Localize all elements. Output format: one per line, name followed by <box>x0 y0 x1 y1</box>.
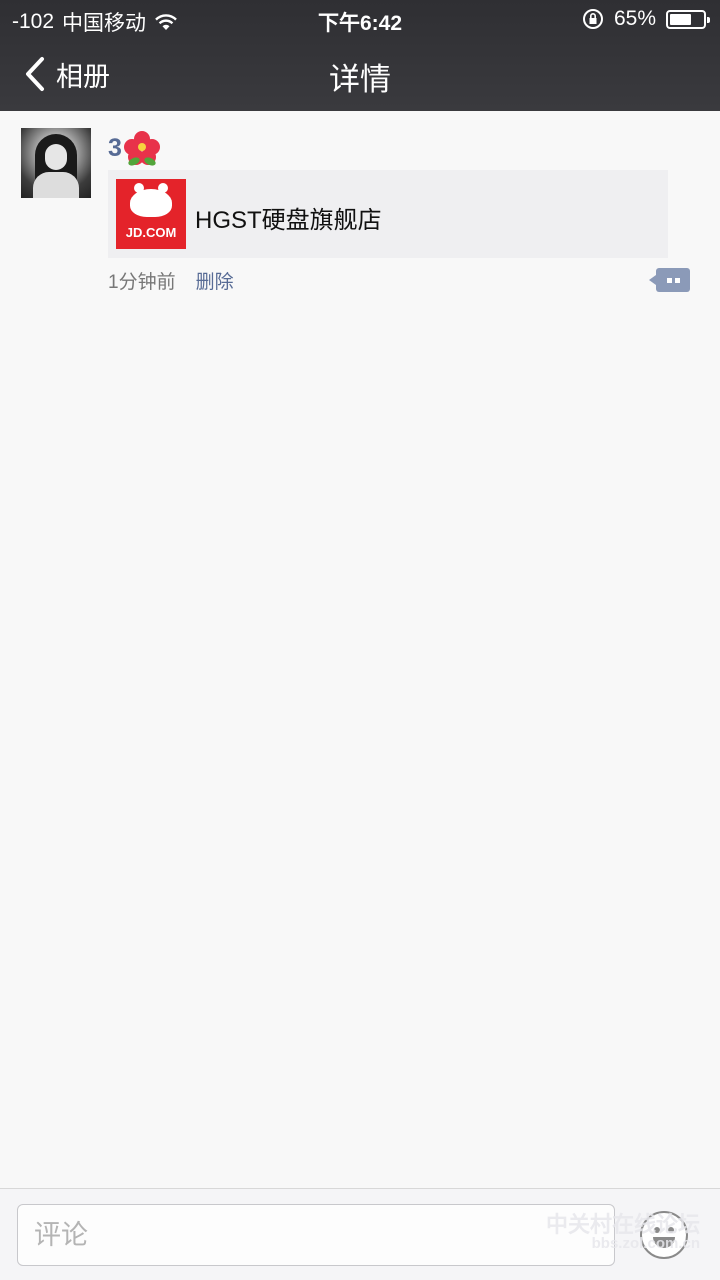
rotation-lock-icon <box>582 8 604 30</box>
post-username[interactable]: 3 <box>108 131 160 168</box>
top-bar: -102 中国移动 下午6:42 65% 相册 详情 <box>0 0 720 111</box>
shared-link-card[interactable]: JD.COM HGST硬盘旗舰店 <box>108 170 668 258</box>
battery-level <box>670 13 691 25</box>
status-bar: -102 中国移动 下午6:42 65% <box>0 0 720 38</box>
username-text: 3 <box>108 133 122 162</box>
comment-action-button[interactable] <box>649 268 690 292</box>
comment-input[interactable] <box>17 1204 615 1266</box>
delete-button[interactable]: 删除 <box>196 267 234 294</box>
avatar[interactable] <box>21 128 91 198</box>
hibiscus-icon <box>123 131 160 168</box>
comment-bar: 中关村在线论坛 bbs.zol.com.cn <box>0 1188 720 1280</box>
shared-link-title: HGST硬盘旗舰店 <box>195 207 382 234</box>
navigation-bar: 相册 详情 <box>0 38 720 111</box>
page-title: 详情 <box>329 62 391 97</box>
post-meta: 1分钟前 删除 <box>108 267 234 294</box>
moment-detail-screen: -102 中国移动 下午6:42 65% 相册 详情 3 JD.COM HGST… <box>0 0 720 1280</box>
thumbnail-brand-text: JD.COM <box>125 225 177 240</box>
emoji-button[interactable] <box>640 1211 688 1259</box>
battery-icon <box>666 9 710 29</box>
jd-mascot-icon <box>130 183 172 217</box>
post-time: 1分钟前 <box>108 272 176 293</box>
jd-logo-thumbnail: JD.COM <box>116 179 186 249</box>
battery-percent: 65% <box>613 7 656 30</box>
